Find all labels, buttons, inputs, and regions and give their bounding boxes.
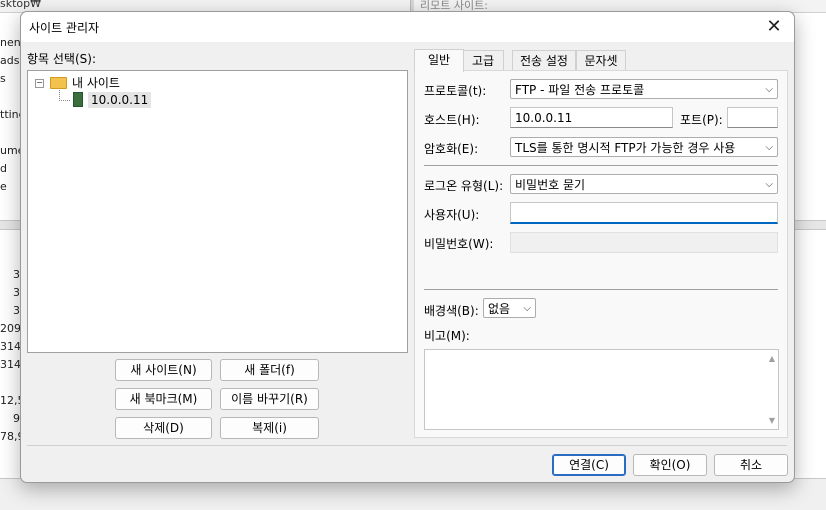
- tab-advanced[interactable]: 고급: [462, 50, 504, 71]
- port-input[interactable]: [727, 107, 778, 128]
- close-icon[interactable]: ✕: [762, 15, 786, 39]
- host-input[interactable]: 10.0.0.11: [510, 107, 673, 128]
- chevron-down-icon: ⌵: [523, 303, 531, 314]
- dialog-title: 사이트 관리자: [29, 21, 100, 35]
- server-icon: [73, 92, 83, 107]
- comments-textarea[interactable]: ▲ ▼: [424, 349, 779, 430]
- footer-divider: [27, 445, 787, 446]
- protocol-select[interactable]: FTP - 파일 전송 프로토콜 ⌵: [510, 79, 778, 99]
- scroll-up-icon[interactable]: ▲: [769, 354, 775, 363]
- user-label: 사용자(U):: [424, 208, 480, 222]
- tree-connector: [59, 90, 70, 101]
- site-tree[interactable]: − 내 사이트 10.0.0.11: [27, 70, 408, 353]
- user-input[interactable]: [510, 202, 778, 224]
- port-label: 포트(P):: [680, 113, 723, 127]
- scroll-down-icon[interactable]: ▼: [769, 416, 775, 425]
- background-color-label: 배경색(B):: [424, 304, 479, 318]
- dialog-titlebar: 사이트 관리자 ✕: [21, 12, 794, 42]
- chevron-down-icon: ⌵: [765, 84, 773, 95]
- chevron-down-icon: ⌵: [765, 142, 773, 153]
- section-divider: [424, 165, 778, 166]
- encryption-select[interactable]: TLS를 통한 명시적 FTP가 가능한 경우 사용 ⌵: [510, 137, 778, 157]
- host-label: 호스트(H):: [424, 113, 480, 127]
- delete-button[interactable]: 삭제(D): [115, 417, 212, 439]
- tree-item-site[interactable]: 10.0.0.11: [88, 92, 152, 108]
- background-color-select[interactable]: 없음 ⌵: [483, 298, 536, 318]
- collapse-icon[interactable]: −: [35, 79, 44, 88]
- encryption-label: 암호화(E):: [424, 142, 479, 156]
- folder-icon: [50, 77, 67, 89]
- site-manager-dialog: 사이트 관리자 ✕ 항목 선택(S): − 내 사이트 10.0.0.11 새 …: [20, 11, 795, 483]
- connect-button[interactable]: 연결(C): [552, 454, 626, 476]
- section-divider: [424, 289, 778, 290]
- new-site-button[interactable]: 새 사이트(N): [115, 359, 212, 381]
- comments-label: 비고(M):: [424, 329, 470, 343]
- new-bookmark-button[interactable]: 새 북마크(M): [115, 388, 212, 410]
- tab-transfer-settings[interactable]: 전송 설정: [512, 50, 576, 71]
- tab-general[interactable]: 일반: [414, 49, 464, 72]
- password-input[interactable]: [510, 232, 778, 253]
- rename-button[interactable]: 이름 바꾸기(R): [220, 388, 319, 410]
- chevron-down-icon: ⌵: [765, 179, 773, 190]
- new-folder-button[interactable]: 새 폴더(f): [220, 359, 319, 381]
- local-path-text: sktop₩: [0, 0, 42, 10]
- tab-charset[interactable]: 문자셋: [576, 50, 626, 71]
- local-file-sizes: 3 3 3 209, 314, 314, 12,5 9 78,9: [0, 268, 25, 443]
- cancel-button[interactable]: 취소: [714, 454, 788, 476]
- logon-type-label: 로그온 유형(L):: [424, 179, 504, 193]
- duplicate-button[interactable]: 복제(i): [220, 417, 319, 439]
- password-label: 비밀번호(W):: [424, 237, 494, 251]
- ok-button[interactable]: 확인(O): [633, 454, 707, 476]
- protocol-label: 프로토콜(t):: [424, 84, 487, 98]
- select-entry-label: 항목 선택(S):: [27, 52, 96, 66]
- logon-type-select[interactable]: 비밀번호 묻기 ⌵: [510, 174, 778, 194]
- tree-item-my-sites[interactable]: 내 사이트: [72, 74, 120, 91]
